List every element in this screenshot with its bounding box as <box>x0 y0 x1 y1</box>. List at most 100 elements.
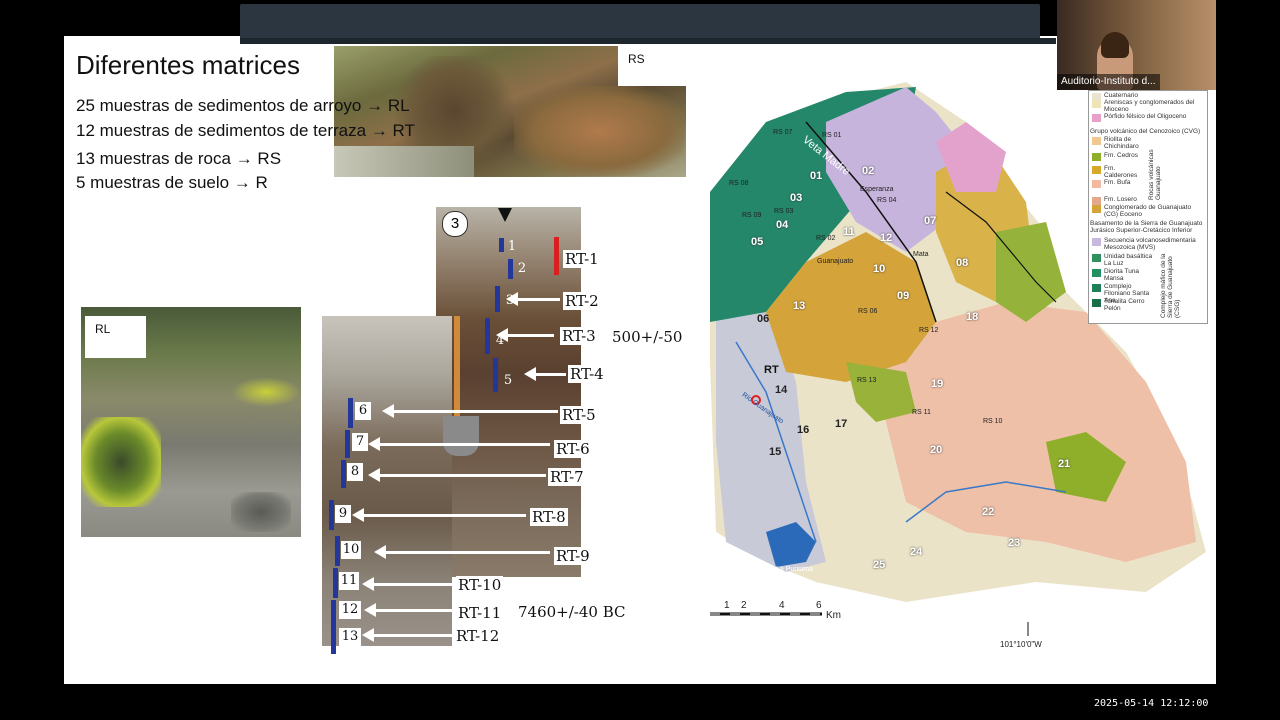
map-rs-label: RS 13 <box>857 377 877 384</box>
photo-rl-label: RL <box>85 316 146 358</box>
sample-label-rt-2: RT-2 <box>563 292 601 310</box>
map-site-number: 14 <box>775 384 788 396</box>
top-bar-shadow <box>240 38 1056 44</box>
sample-label-rt-5: RT-5 <box>560 406 598 424</box>
map-site-number: 10 <box>873 263 886 275</box>
legend-label: Unidad basáltica La Luz <box>1104 253 1153 267</box>
sample-label-rt-4: RT-4 <box>568 365 606 383</box>
legend-swatch <box>1092 166 1101 174</box>
map-site-number: 11 <box>843 226 855 238</box>
map-site-number: 07 <box>924 215 937 227</box>
map-rs-label: RS 01 <box>822 132 842 139</box>
shovel-handle <box>454 316 460 420</box>
sample-arrow <box>368 468 546 482</box>
legend-swatch <box>1092 205 1101 213</box>
sample-arrow <box>362 628 452 642</box>
sample-bar <box>348 398 353 428</box>
map-rs-label: RS 12 <box>919 327 939 334</box>
depth-number: 7 <box>352 433 368 451</box>
map-site-number: 19 <box>931 378 944 390</box>
depth-number: 12 <box>339 601 361 619</box>
depth-number: 5 <box>503 373 513 388</box>
photo-rs-slope <box>514 86 684 176</box>
map-site-number: 01 <box>810 170 823 182</box>
shovel-blade <box>443 416 479 456</box>
map-rs-label: RS 08 <box>729 180 749 187</box>
sample-bar <box>493 358 498 392</box>
sample-bar <box>495 286 500 312</box>
map-site-number: 12 <box>880 232 893 244</box>
legend-label: Fm. Bufa <box>1104 179 1131 186</box>
sample-bar-red <box>554 237 559 275</box>
sample-bar <box>341 460 346 488</box>
recording-timestamp: 2025-05-14 12:12:00 <box>1094 698 1209 709</box>
map-site-number: 23 <box>1008 537 1021 549</box>
sample-label-rt-11: RT-11 <box>456 604 504 622</box>
map-rs-label: RS 07 <box>773 129 793 136</box>
sample-arrow <box>506 292 560 306</box>
legend-label: Secuencia volcanosedimentaria Mesozoica … <box>1104 237 1196 251</box>
legend-group-label: Complejo máfico de la Sierra de Guanajua… <box>1160 253 1181 318</box>
legend-swatch <box>1092 284 1101 292</box>
date-rt-3: 500+/-50 <box>612 328 683 346</box>
map-rs-label: RS 11 <box>912 409 931 416</box>
bullet-rock-samples: 13 muestras de roca → RS <box>76 149 282 168</box>
map-town-label: Mata <box>913 251 929 258</box>
sample-label-rt-6: RT-6 <box>554 440 592 458</box>
scale-tick: 6 <box>816 600 822 611</box>
map-site-number: 09 <box>897 290 910 302</box>
legend-heading: Grupo volcánico del Cenozoico (CVG) <box>1090 128 1201 135</box>
map-site-number: 22 <box>982 506 995 518</box>
map-site-number: 06 <box>757 313 770 325</box>
depth-number: 10 <box>341 541 361 559</box>
legend-swatch <box>1092 197 1101 205</box>
sample-arrow <box>352 508 526 522</box>
sample-label-rt-3: RT-3 <box>560 327 598 345</box>
legend-swatch <box>1092 254 1101 262</box>
sample-label-rt-9: RT-9 <box>554 547 592 565</box>
depth-number: 6 <box>355 402 371 420</box>
legend-label: Areniscas y conglomerados del Mioceno <box>1104 99 1195 113</box>
legend-label: Fm. Cedros <box>1104 152 1138 159</box>
sample-bar <box>345 430 350 458</box>
legend-label: Tonalita Cerro Pelón <box>1104 298 1145 312</box>
bullet-soil-samples: 5 muestras de suelo → R <box>76 173 268 192</box>
sample-arrow <box>374 545 550 559</box>
sample-bar <box>485 318 490 354</box>
depth-number: 13 <box>339 628 361 646</box>
date-rt-11: 7460+/-40 BC <box>518 603 626 621</box>
map-site-number: 13 <box>793 300 806 312</box>
map-rs-label: RS 10 <box>983 418 1003 425</box>
map-site-number: 15 <box>769 446 782 458</box>
photo-rs-channel <box>334 146 474 177</box>
map-town-label: La Purisima <box>776 566 813 573</box>
map-rs-label: RS 03 <box>774 208 794 215</box>
map-town-label: Guanajuato <box>817 258 854 265</box>
sample-bar <box>331 600 336 628</box>
bullet-terrace-sediments: 12 muestras de sedimentos de terraza → R… <box>76 121 415 140</box>
sample-label-rt-1: RT-1 <box>563 250 601 268</box>
profile-north-marker <box>498 208 512 222</box>
map-site-number: 20 <box>930 444 943 456</box>
depth-number: 9 <box>335 505 351 523</box>
legend-swatch <box>1092 269 1101 277</box>
map-site-number: 03 <box>790 192 803 204</box>
photo-rl-water <box>81 417 161 507</box>
legend-label: Diorita Tuna Mansa <box>1104 268 1140 282</box>
sample-bar <box>335 536 340 566</box>
sample-arrow <box>382 404 558 418</box>
legend-label: Fm. Losero <box>1104 196 1137 203</box>
legend-label: Cuaternario <box>1104 92 1138 99</box>
legend-label: Riolita de Chichindaro <box>1104 136 1139 150</box>
legend-heading: Basamento de la Sierra de Guanajuato Jur… <box>1090 220 1203 234</box>
sample-arrow <box>368 437 550 451</box>
map-rt-label: RT <box>764 364 779 376</box>
map-site-number: 18 <box>966 311 979 323</box>
sample-label-rt-8: RT-8 <box>530 508 568 526</box>
sample-label-rt-7: RT-7 <box>548 468 586 486</box>
sample-label-rt-12: RT-12 <box>454 627 502 645</box>
map-site-number: 17 <box>835 418 848 430</box>
sample-bar <box>331 628 336 654</box>
photo-rl-algae <box>231 377 301 407</box>
legend-swatch <box>1092 153 1101 161</box>
